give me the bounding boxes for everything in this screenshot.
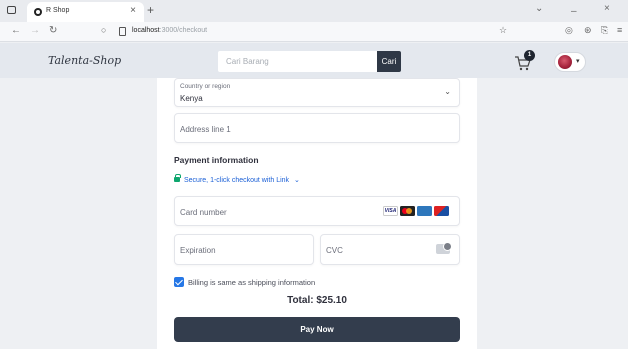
link-checkout-text: Secure, 1-click checkout with Link bbox=[184, 177, 290, 184]
cvc-card-icon bbox=[436, 242, 452, 254]
avatar bbox=[558, 55, 572, 69]
discover-icon bbox=[434, 206, 449, 216]
link-checkout[interactable]: Secure, 1-click checkout with Link ⌄ bbox=[174, 174, 300, 184]
card-number-placeholder: Card number bbox=[180, 208, 227, 217]
browser-tab[interactable]: R Shop × bbox=[27, 2, 144, 22]
tab-actions-icon[interactable] bbox=[7, 6, 16, 14]
country-value: Kenya bbox=[180, 94, 203, 103]
extensions-icon[interactable]: ⊛ bbox=[584, 25, 592, 36]
tab-title: R Shop bbox=[46, 7, 70, 14]
checkout-card: Country or region Kenya ⌄ Address line 1… bbox=[157, 78, 477, 349]
browser-tab-bar: R Shop × + ⌄ – × bbox=[0, 0, 628, 22]
country-label: Country or region bbox=[180, 83, 231, 90]
chevron-down-icon: ⌄ bbox=[294, 177, 300, 184]
pay-now-button[interactable]: Pay Now bbox=[174, 317, 460, 342]
chevron-down-icon[interactable]: ⌄ bbox=[535, 3, 543, 14]
billing-same-label[interactable]: Billing is same as shipping information bbox=[188, 278, 315, 287]
order-total: Total: $25.10 bbox=[287, 295, 347, 306]
billing-same-checkbox[interactable] bbox=[174, 277, 184, 287]
amex-icon bbox=[417, 206, 432, 216]
country-select[interactable]: Country or region Kenya ⌄ bbox=[174, 78, 460, 107]
app-header: Talenta-Shop Cari 1 ▾ bbox=[0, 43, 628, 78]
cart-badge: 1 bbox=[524, 50, 535, 61]
back-icon[interactable]: ← bbox=[11, 25, 21, 36]
lock-icon bbox=[174, 174, 181, 182]
browser-nav-bar: ← → ↻ ○ localhost:3000/checkout ☆ ◎ ⊛ ⎘ … bbox=[0, 22, 628, 42]
new-tab-icon[interactable]: + bbox=[147, 3, 154, 17]
visa-icon: VISA bbox=[383, 206, 398, 216]
tab-close-icon[interactable]: × bbox=[130, 5, 136, 16]
address-line1-field[interactable]: Address line 1 bbox=[174, 113, 460, 143]
favicon-icon bbox=[34, 8, 42, 16]
cvc-field[interactable]: CVC bbox=[320, 234, 460, 265]
forward-icon[interactable]: → bbox=[30, 25, 40, 36]
page-icon bbox=[119, 27, 126, 36]
search-input[interactable] bbox=[218, 51, 377, 72]
sidebar-icon[interactable]: ⎘ bbox=[601, 25, 608, 36]
expiration-placeholder: Expiration bbox=[180, 246, 216, 255]
card-brands: VISA bbox=[381, 206, 449, 216]
payment-info-title: Payment information bbox=[174, 155, 259, 165]
address-bar[interactable]: localhost:3000/checkout bbox=[132, 27, 207, 34]
window-close-icon[interactable]: × bbox=[604, 3, 610, 14]
brand-logo[interactable]: Talenta-Shop bbox=[48, 54, 121, 67]
search-button[interactable]: Cari bbox=[377, 51, 401, 72]
minimize-icon[interactable]: – bbox=[571, 6, 577, 17]
reload-icon[interactable]: ↻ bbox=[49, 25, 57, 36]
url-host: localhost bbox=[132, 27, 160, 34]
chevron-down-icon: ⌄ bbox=[444, 87, 451, 96]
card-number-field[interactable]: Card number VISA bbox=[174, 196, 460, 226]
address-placeholder: Address line 1 bbox=[180, 125, 231, 134]
favorite-star-icon[interactable]: ☆ bbox=[499, 25, 507, 36]
menu-icon[interactable]: ≡ bbox=[617, 25, 622, 35]
shield-icon[interactable]: ◎ bbox=[565, 25, 573, 36]
cvc-placeholder: CVC bbox=[326, 246, 343, 255]
user-menu[interactable]: ▾ bbox=[554, 52, 586, 72]
mastercard-icon bbox=[400, 206, 415, 216]
caret-down-icon: ▾ bbox=[576, 58, 580, 65]
url-path: :3000/checkout bbox=[159, 27, 208, 34]
expiration-field[interactable]: Expiration bbox=[174, 234, 314, 265]
site-info-icon[interactable]: ○ bbox=[101, 25, 106, 35]
